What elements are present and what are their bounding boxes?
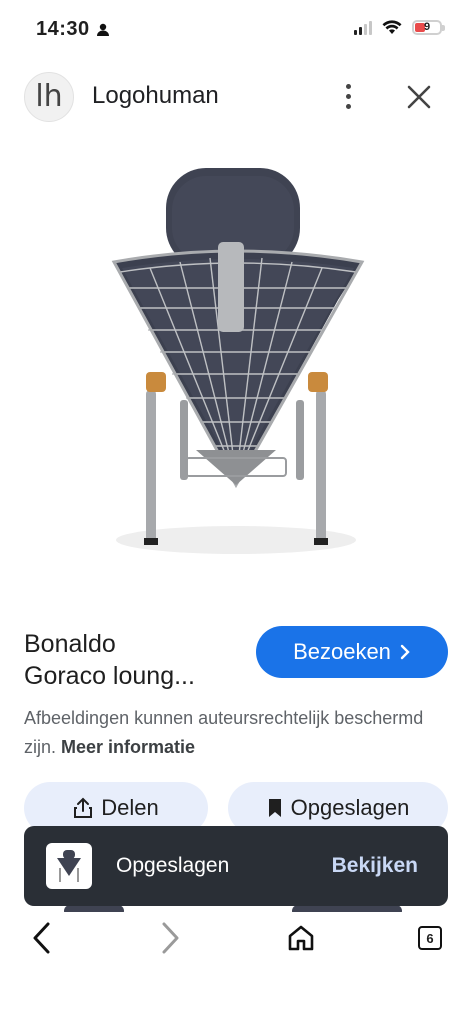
- tabs-count-icon: 6: [418, 926, 442, 950]
- cellular-signal-icon: [354, 20, 372, 35]
- more-options-icon[interactable]: [336, 80, 360, 112]
- snackbar-view-button[interactable]: Bekijken: [332, 854, 418, 878]
- person-icon: [96, 23, 109, 36]
- product-title-line2: Goraco loung...: [24, 662, 195, 690]
- visit-button-label: Bezoeken: [293, 639, 391, 664]
- close-icon[interactable]: [404, 82, 434, 112]
- status-time: 14:30: [36, 18, 110, 41]
- share-icon: [74, 797, 93, 818]
- battery-icon: 9: [412, 20, 445, 35]
- bookmark-icon: [268, 799, 281, 817]
- back-button[interactable]: [22, 918, 62, 958]
- site-logo-glyph: lh: [35, 79, 63, 114]
- product-title-line1: Bonaldo: [24, 630, 116, 658]
- product-title: Bonaldo Goraco loung...: [24, 628, 244, 692]
- product-image[interactable]: [0, 140, 472, 610]
- snackbar-message: Opgeslagen: [116, 854, 230, 877]
- home-button[interactable]: [281, 918, 321, 958]
- forward-arrow-icon: [162, 922, 179, 954]
- saved-label: Opgeslagen: [290, 795, 410, 820]
- site-name[interactable]: Logohuman: [92, 82, 219, 110]
- back-arrow-icon: [33, 922, 50, 954]
- visit-button[interactable]: Bezoeken: [256, 626, 448, 678]
- tabs-button[interactable]: 6: [410, 918, 450, 958]
- more-info-link[interactable]: Meer informatie: [61, 737, 195, 757]
- status-indicators: 9: [354, 20, 445, 35]
- browser-toolbar: [0, 912, 472, 1024]
- saved-snackbar: Opgeslagen Bekijken: [24, 826, 448, 906]
- time-label: 14:30: [36, 18, 90, 40]
- snackbar-thumbnail: [46, 843, 92, 889]
- copyright-notice: Afbeeldingen kunnen auteursrechtelijk be…: [24, 704, 444, 762]
- share-label: Delen: [101, 795, 159, 820]
- chevron-right-icon: [400, 644, 410, 660]
- home-icon: [288, 925, 314, 951]
- site-logo[interactable]: lh: [24, 72, 74, 122]
- wifi-icon: [382, 20, 402, 34]
- forward-button[interactable]: [150, 918, 190, 958]
- battery-level: 9: [423, 21, 431, 33]
